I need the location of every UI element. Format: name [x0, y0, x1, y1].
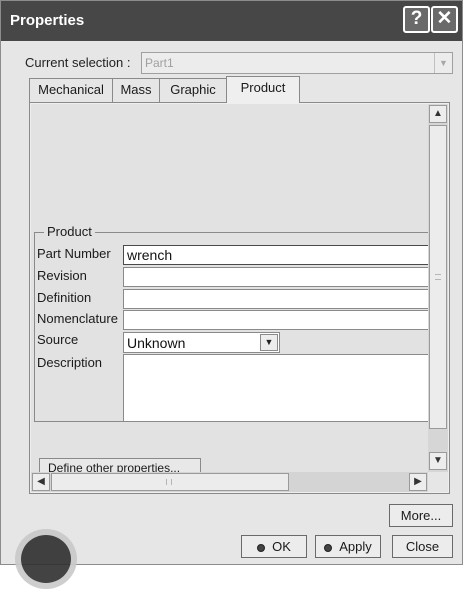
apply-button[interactable]: Apply	[315, 535, 381, 558]
vertical-scrollbar[interactable]: ▲ ▼	[428, 104, 448, 472]
product-group: Product Part Number wrench Revision Defi…	[34, 224, 428, 422]
vertical-scroll-thumb[interactable]	[429, 125, 447, 429]
nomenclature-input[interactable]	[123, 310, 428, 330]
source-value: Unknown	[127, 335, 186, 351]
scroll-up-button[interactable]: ▲	[429, 105, 447, 123]
definition-input[interactable]	[123, 289, 428, 309]
more-button[interactable]: More...	[389, 504, 453, 527]
title-bar[interactable]: Properties ? ✕	[1, 1, 462, 41]
description-label: Description	[37, 355, 103, 370]
part-number-label: Part Number	[37, 246, 111, 261]
tab-panel-product: Product Part Number wrench Revision Defi…	[29, 102, 450, 494]
apply-button-label: Apply	[339, 539, 372, 554]
mouse-cursor-blob	[15, 529, 77, 589]
window-title: Properties	[10, 12, 85, 29]
define-other-properties-button[interactable]: Define other properties...	[39, 458, 201, 472]
current-selection-label: Current selection :	[25, 55, 131, 70]
ok-button-label: OK	[272, 539, 291, 554]
chevron-down-icon[interactable]: ▼	[260, 334, 278, 351]
source-label: Source	[37, 332, 79, 347]
radio-dot-icon	[257, 544, 266, 552]
tab-product[interactable]: Product	[226, 76, 300, 103]
scroll-content: Product Part Number wrench Revision Defi…	[31, 104, 428, 472]
horizontal-scroll-thumb[interactable]	[51, 473, 289, 491]
close-button[interactable]: Close	[392, 535, 453, 558]
source-dropdown[interactable]: Unknown ▼	[123, 332, 280, 353]
horizontal-scrollbar[interactable]: ◀ ▶	[31, 472, 428, 492]
scroll-right-button[interactable]: ▶	[409, 473, 427, 491]
revision-input[interactable]	[123, 267, 428, 287]
tab-graphic[interactable]: Graphic	[159, 78, 227, 102]
tab-mass[interactable]: Mass	[112, 78, 160, 102]
tab-mechanical[interactable]: Mechanical	[29, 78, 113, 102]
ok-button[interactable]: OK	[241, 535, 307, 558]
product-group-title: Product	[44, 224, 95, 239]
revision-label: Revision	[37, 268, 87, 283]
scroll-down-button[interactable]: ▼	[429, 452, 447, 470]
part-number-input[interactable]: wrench	[123, 245, 428, 265]
scrollbar-corner	[428, 472, 448, 492]
scroll-left-button[interactable]: ◀	[32, 473, 50, 491]
definition-label: Definition	[37, 290, 92, 305]
grip-icon	[435, 274, 441, 280]
current-selection-value: Part1	[145, 56, 174, 70]
radio-dot-icon	[324, 544, 333, 552]
chevron-down-icon: ▼	[434, 53, 452, 73]
nomenclature-label: Nomenclature	[37, 311, 118, 326]
description-textarea[interactable]	[123, 354, 428, 422]
current-selection-combo: Part1 ▼	[141, 52, 453, 74]
grip-icon	[166, 479, 172, 485]
properties-dialog: Properties ? ✕ Current selection : Part1…	[0, 0, 463, 589]
help-button[interactable]: ?	[403, 6, 430, 33]
close-window-button[interactable]: ✕	[431, 6, 458, 33]
